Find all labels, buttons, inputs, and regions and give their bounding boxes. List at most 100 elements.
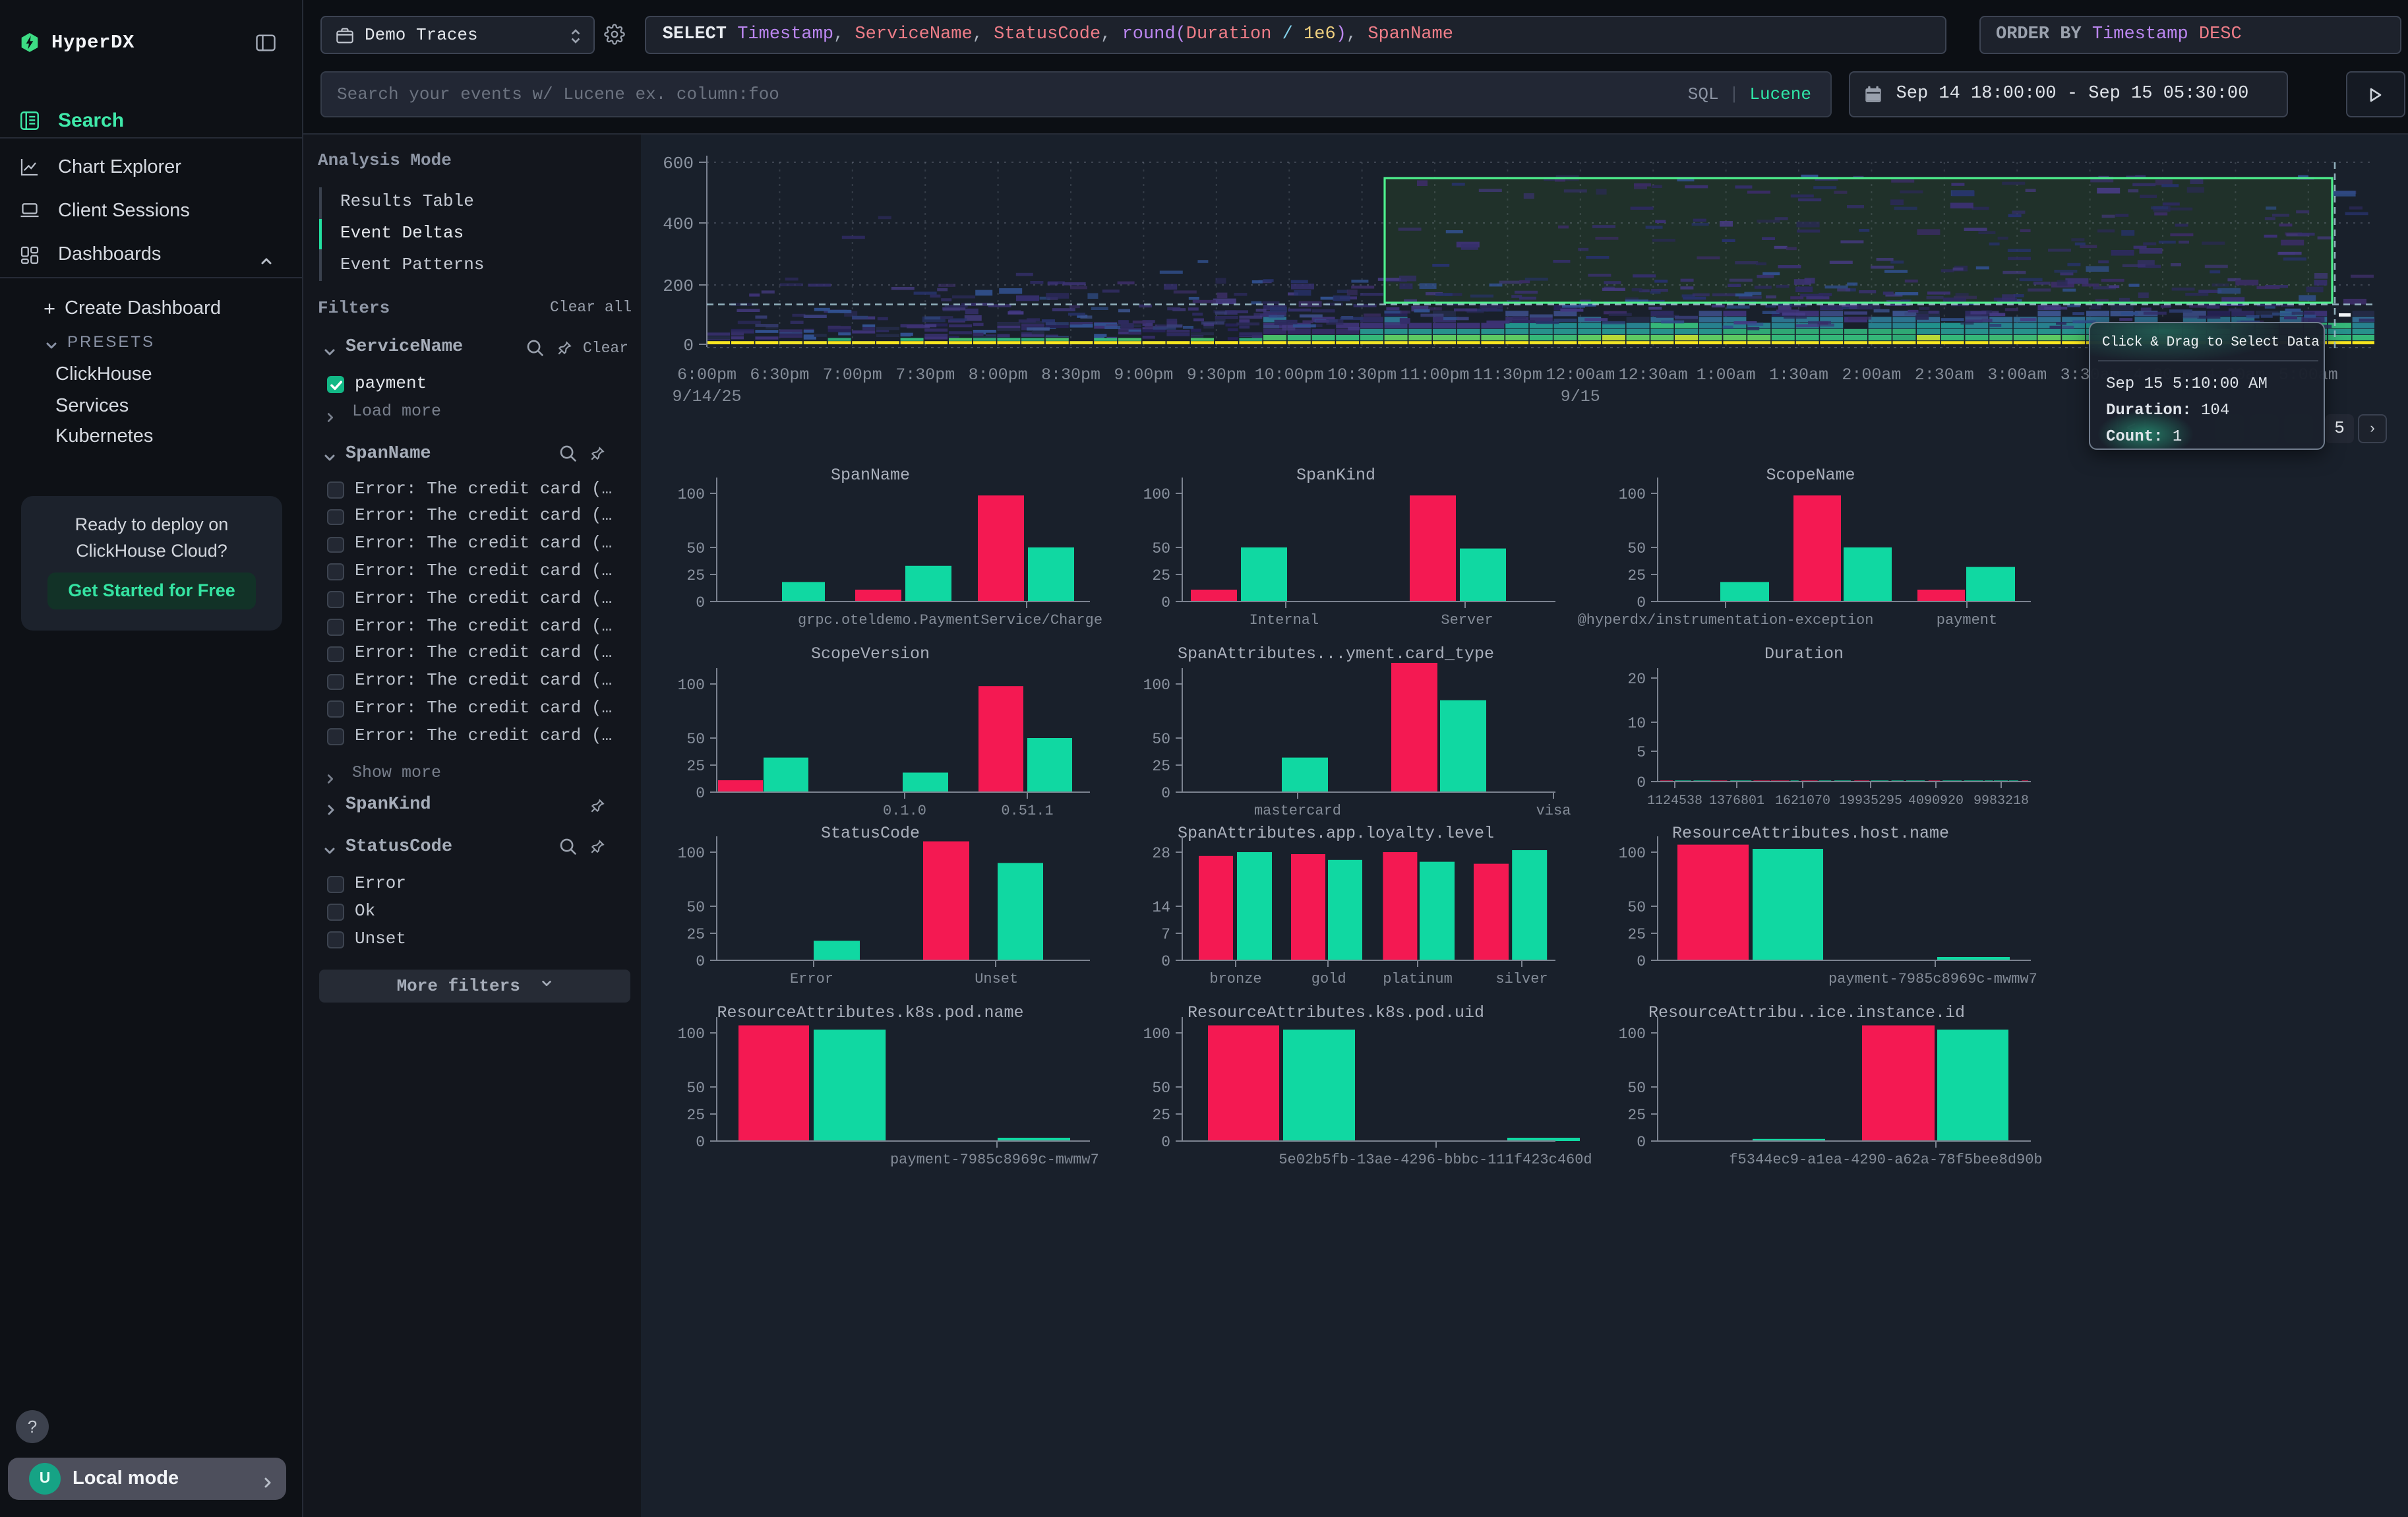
svg-text:100: 100 [1143, 1026, 1170, 1043]
svg-text:600: 600 [663, 154, 694, 173]
svg-text:ResourceAttributes.k8s.pod.nam: ResourceAttributes.k8s.pod.name [717, 1003, 1023, 1022]
svg-text:14: 14 [1152, 899, 1170, 916]
svg-text:ScopeVersion: ScopeVersion [811, 644, 930, 664]
svg-text:visa: visa [1536, 803, 1571, 819]
svg-text:11:30pm: 11:30pm [1473, 365, 1542, 385]
svg-text:payment-7985c8969c-mwmw7: payment-7985c8969c-mwmw7 [1828, 971, 2037, 987]
svg-text:100: 100 [1619, 845, 1646, 862]
svg-text:25: 25 [686, 926, 705, 943]
svg-text:payment: payment [1937, 612, 1997, 629]
svg-text:f5344ec9-a1ea-4290-a62a-78f5be: f5344ec9-a1ea-4290-a62a-78f5bee8d90b [1729, 1152, 2042, 1168]
svg-text:8:00pm: 8:00pm [969, 365, 1028, 385]
svg-text:100: 100 [1619, 486, 1646, 503]
svg-text:25: 25 [686, 1107, 705, 1124]
svg-text:7:30pm: 7:30pm [895, 365, 955, 385]
svg-text:100: 100 [1143, 486, 1170, 503]
svg-text:0: 0 [1161, 1134, 1170, 1151]
svg-text:SpanAttributes.app.loyalty.lev: SpanAttributes.app.loyalty.level [1178, 824, 1494, 843]
svg-text:1124538: 1124538 [1647, 793, 1702, 809]
svg-text:9:00pm: 9:00pm [1114, 365, 1173, 385]
svg-text:100: 100 [1619, 1026, 1646, 1043]
svg-text:200: 200 [663, 276, 694, 296]
svg-text:25: 25 [686, 758, 705, 775]
svg-text:100: 100 [678, 1026, 705, 1043]
svg-text:25: 25 [1152, 1107, 1170, 1124]
svg-text:19935295: 19935295 [1839, 793, 1902, 809]
svg-text:platinum: platinum [1383, 971, 1453, 987]
svg-text:12:30am: 12:30am [1619, 365, 1688, 385]
svg-text:0: 0 [1161, 594, 1170, 611]
svg-text:6:30pm: 6:30pm [750, 365, 809, 385]
svg-text:Internal: Internal [1249, 612, 1319, 629]
svg-text:silver: silver [1495, 971, 1548, 987]
svg-text:50: 50 [1627, 540, 1646, 557]
svg-text:0: 0 [696, 1134, 705, 1151]
svg-text:9983218: 9983218 [1973, 793, 2029, 809]
svg-text:0: 0 [696, 594, 705, 611]
svg-text:25: 25 [1152, 758, 1170, 775]
svg-text:0: 0 [696, 785, 705, 802]
svg-text:5e02b5fb-13ae-4296-bbbc-111f42: 5e02b5fb-13ae-4296-bbbc-111f423c460d [1279, 1152, 1592, 1168]
svg-text:50: 50 [686, 540, 705, 557]
svg-text:2:00am: 2:00am [1842, 365, 1901, 385]
svg-text:400: 400 [663, 214, 694, 234]
svg-text:50: 50 [686, 731, 705, 748]
svg-text:0: 0 [1637, 1134, 1646, 1151]
svg-text:100: 100 [678, 677, 705, 694]
svg-text:0: 0 [1637, 953, 1646, 970]
svg-text:100: 100 [1143, 677, 1170, 694]
svg-text:0: 0 [1637, 774, 1646, 791]
svg-text:mastercard: mastercard [1254, 803, 1341, 819]
svg-text:11:00pm: 11:00pm [1400, 365, 1469, 385]
svg-text:ResourceAttribu..ice.instance.: ResourceAttribu..ice.instance.id [1648, 1003, 1965, 1022]
svg-text:100: 100 [678, 845, 705, 862]
svg-text:Duration: Duration [1764, 644, 1844, 664]
svg-text:StatusCode: StatusCode [821, 824, 920, 843]
svg-text:25: 25 [1152, 567, 1170, 584]
svg-text:0: 0 [1161, 953, 1170, 970]
svg-text:10:00pm: 10:00pm [1255, 365, 1324, 385]
svg-text:10: 10 [1627, 715, 1646, 732]
svg-text:5: 5 [1637, 744, 1646, 761]
svg-text:7:00pm: 7:00pm [823, 365, 882, 385]
svg-text:ResourceAttributes.k8s.pod.uid: ResourceAttributes.k8s.pod.uid [1188, 1003, 1484, 1022]
svg-text:50: 50 [1627, 899, 1646, 916]
svg-text:0: 0 [1161, 785, 1170, 802]
svg-text:0: 0 [683, 336, 694, 356]
svg-text:SpanAttributes...yment.card_ty: SpanAttributes...yment.card_type [1178, 644, 1494, 664]
svg-text:SpanKind: SpanKind [1296, 466, 1375, 485]
svg-text:0: 0 [1637, 594, 1646, 611]
svg-text:SpanName: SpanName [831, 466, 910, 485]
svg-text:8:30pm: 8:30pm [1041, 365, 1100, 385]
svg-text:9:30pm: 9:30pm [1187, 365, 1246, 385]
svg-text:50: 50 [1152, 731, 1170, 748]
svg-text:0.51.1: 0.51.1 [1001, 803, 1053, 819]
svg-text:25: 25 [1627, 1107, 1646, 1124]
svg-text:1376801: 1376801 [1709, 793, 1764, 809]
svg-text:gold: gold [1311, 971, 1346, 987]
svg-text:9/15: 9/15 [1561, 387, 1600, 406]
svg-text:payment-7985c8969c-mwmw7: payment-7985c8969c-mwmw7 [890, 1152, 1099, 1168]
svg-text:6:00pm: 6:00pm [677, 365, 737, 385]
svg-text:ResourceAttributes.host.name: ResourceAttributes.host.name [1672, 824, 1949, 843]
svg-text:50: 50 [686, 1080, 705, 1097]
svg-text:1621070: 1621070 [1775, 793, 1830, 809]
svg-text:9/14/25: 9/14/25 [672, 387, 741, 406]
svg-text:25: 25 [1627, 567, 1646, 584]
svg-text:50: 50 [1627, 1080, 1646, 1097]
svg-text:0.1.0: 0.1.0 [883, 803, 926, 819]
svg-text:Error: Error [790, 971, 833, 987]
svg-text:12:00am: 12:00am [1546, 365, 1615, 385]
svg-text:25: 25 [686, 567, 705, 584]
svg-text:3:00am: 3:00am [1987, 365, 2047, 385]
svg-text:20: 20 [1627, 671, 1646, 688]
svg-text:25: 25 [1627, 926, 1646, 943]
svg-text:10:30pm: 10:30pm [1327, 365, 1397, 385]
svg-text:bronze: bronze [1209, 971, 1261, 987]
svg-text:grpc.oteldemo.PaymentService/C: grpc.oteldemo.PaymentService/Charge [798, 612, 1102, 629]
svg-text:2:30am: 2:30am [1915, 365, 1974, 385]
svg-text:4090920: 4090920 [1908, 793, 1964, 809]
svg-text:0: 0 [696, 953, 705, 970]
svg-text:ScopeName: ScopeName [1766, 466, 1855, 485]
svg-text:Unset: Unset [975, 971, 1018, 987]
